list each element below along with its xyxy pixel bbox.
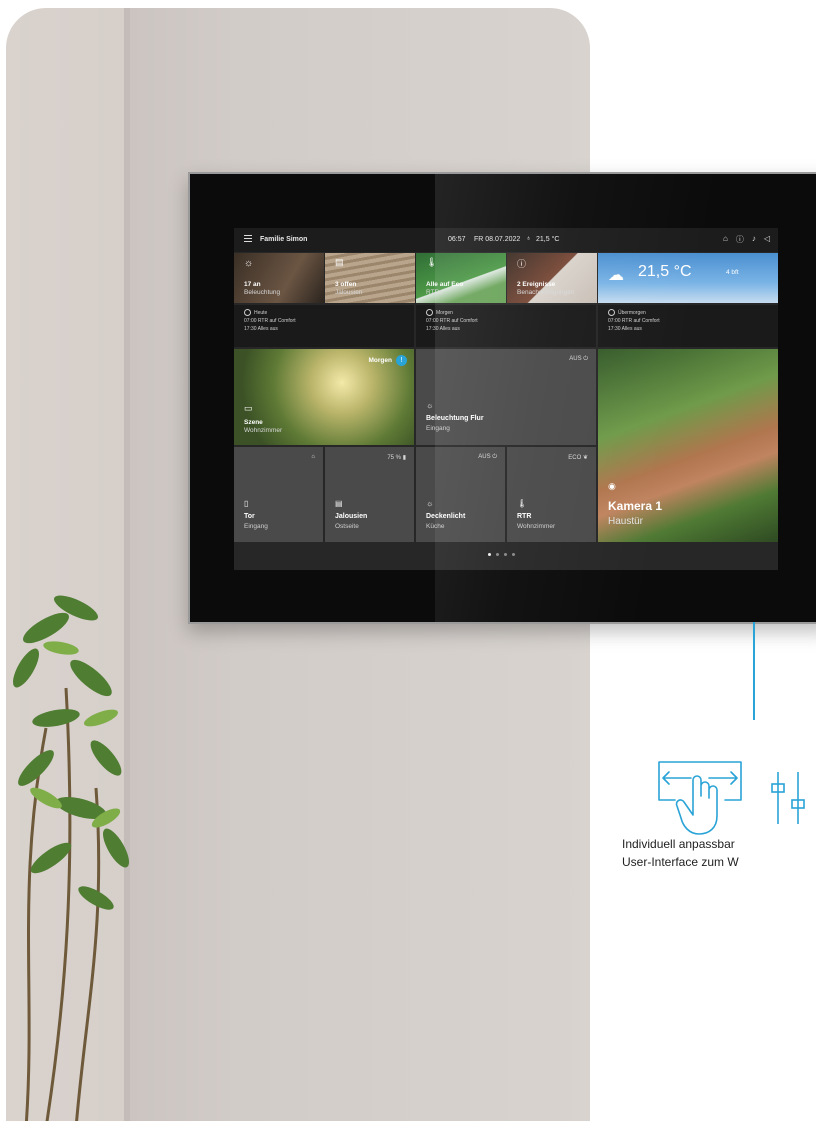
settings-sliders-icon <box>771 772 805 824</box>
weather-icon: ☁ <box>608 267 624 284</box>
schedule-line: 17:30 Alles aus <box>608 326 642 332</box>
page-dot[interactable] <box>488 553 491 556</box>
scene-info-icon[interactable]: ! <box>396 355 407 366</box>
scene-name: Szene <box>244 419 263 426</box>
household-title: Familie Simon <box>260 236 308 243</box>
clock-date: FR 08.07.2022 <box>474 236 521 243</box>
touch-swipe-icon <box>658 761 742 835</box>
gate-name: Tor <box>244 513 255 520</box>
lighting-label: Beleuchtung <box>244 289 281 296</box>
rtr-status: Alle auf Eco <box>426 281 464 288</box>
gate-icon: ▯ <box>244 499 249 508</box>
scene-icon: ▭ <box>244 403 253 413</box>
tile-blinds[interactable]: 75 % ▮ ▤ Jalousien Ostseite <box>325 447 414 542</box>
thermometer-icon: 🌡 <box>517 499 528 508</box>
rtr-location: Wohnzimmer <box>517 523 556 530</box>
ceiling-light-name: Deckenlicht <box>426 513 466 520</box>
schedule-line: 17:30 Alles aus <box>244 326 278 332</box>
clock-icon <box>244 309 251 317</box>
page-dot[interactable] <box>504 553 507 556</box>
schedule-day-after[interactable]: Übermorgen 07:00 RTR auf Comfort 17:30 A… <box>598 305 778 347</box>
callout-connector-line <box>753 622 755 720</box>
touch-panel-device: Familie Simon 06:57 FR 08.07.2022 ♁ 21,5… <box>188 172 816 624</box>
eco-leaf-icon: ❦ <box>582 455 588 461</box>
page-indicator[interactable] <box>488 553 515 556</box>
info-icon: ⓘ <box>517 259 527 269</box>
rtr-label: RTRs <box>426 289 443 296</box>
blind-icon: ▤ <box>335 257 344 267</box>
tile-ceiling-light[interactable]: AUS ⏻ ☼ Deckenlicht Küche <box>416 447 505 542</box>
caption-line-2: User-Interface zum W <box>622 855 739 869</box>
summary-card-blinds[interactable]: ▤ 3 offen Jalousien <box>325 253 415 303</box>
camera-tile[interactable]: ◉ Kamera 1 Haustür <box>598 349 778 542</box>
rtr-state: ECO ❦ <box>568 455 588 461</box>
bell-icon[interactable]: ♪ <box>752 234 756 245</box>
plant-image <box>13 595 130 1121</box>
schedule-day: Heute <box>254 310 268 316</box>
summary-card-notifications[interactable]: ⓘ 2 Ereignisse Benachrichtigungen <box>507 253 597 303</box>
blinds-label: Jalousien <box>335 289 363 296</box>
events-label: Benachrichtigungen <box>517 289 575 296</box>
lighting-count: 17 an <box>244 281 261 288</box>
hall-light-state: AUS ⏻ <box>569 356 588 362</box>
events-count: 2 Ereignisse <box>517 281 556 288</box>
scene-location: Wohnzimmer <box>244 427 283 434</box>
power-icon: ⏻ <box>492 454 497 460</box>
schedule-line: 07:00 RTR auf Comfort <box>244 318 296 324</box>
schedule-line: 07:00 RTR auf Comfort <box>608 318 660 324</box>
caption-line-1: Individuell anpassbar <box>622 837 735 851</box>
blind-level-icon: ▮ <box>402 455 406 461</box>
blinds-name: Jalousien <box>335 513 368 520</box>
page-dot[interactable] <box>512 553 515 556</box>
schedule-today[interactable]: Heute 07:00 RTR auf Comfort 17:30 Alles … <box>234 305 414 347</box>
summary-card-rtr[interactable]: 🌡 Alle auf Eco RTRs <box>416 253 506 303</box>
clock-icon <box>608 309 615 317</box>
lock-icon[interactable]: ⌂ <box>723 234 728 245</box>
bulb-icon: ☼ <box>426 499 434 508</box>
rtr-name: RTR <box>517 513 532 520</box>
hall-light-location: Eingang <box>426 425 450 432</box>
blinds-location: Ostseite <box>335 523 359 530</box>
scene-badge: Morgen <box>368 357 392 364</box>
blinds-state: 75 % ▮ <box>387 455 406 461</box>
clock-time: 06:57 <box>448 236 466 243</box>
bulb-icon: ☼ <box>426 401 434 410</box>
ceiling-light-state: AUS ⏻ <box>478 454 497 460</box>
camera-location: Haustür <box>608 516 644 527</box>
schedule-line: 07:00 RTR auf Comfort <box>426 318 478 324</box>
feature-caption: Individuell anpassbar User-Interface zum… <box>622 835 739 871</box>
wind-speed: 4 bft <box>726 269 739 276</box>
thermometer-icon: 🌡 <box>426 257 438 267</box>
speaker-icon[interactable]: ◁ <box>764 234 770 245</box>
top-bar: Familie Simon 06:57 FR 08.07.2022 ♁ 21,5… <box>234 228 778 252</box>
schedule-day: Morgen <box>436 310 453 316</box>
schedule-line: 17:30 Alles aus <box>426 326 460 332</box>
tile-gate[interactable]: ⌂ ▯ Tor Eingang <box>234 447 323 542</box>
camera-icon: ◉ <box>608 481 616 491</box>
panel-screen: Familie Simon 06:57 FR 08.07.2022 ♁ 21,5… <box>234 228 778 570</box>
scene-tile[interactable]: Morgen ! ▭ Szene Wohnzimmer <box>234 349 414 445</box>
gate-location: Eingang <box>244 523 268 530</box>
camera-name: Kamera 1 <box>608 499 663 513</box>
outdoor-temperature: 21,5 °C <box>638 263 692 280</box>
hall-light-name: Beleuchtung Flur <box>426 415 484 422</box>
schedule-day: Übermorgen <box>618 310 646 316</box>
summary-card-weather[interactable]: ☁ 21,5 °C 4 bft <box>598 253 778 303</box>
blinds-count: 3 offen <box>335 281 357 288</box>
clock-icon <box>426 309 433 317</box>
indoor-temperature: 21,5 °C <box>536 236 560 243</box>
tile-hall-light[interactable]: AUS ⏻ ☼ Beleuchtung Flur Eingang <box>416 349 596 445</box>
power-icon: ⏻ <box>583 356 588 362</box>
tile-rtr[interactable]: ECO ❦ 🌡 RTR Wohnzimmer <box>507 447 596 542</box>
summary-card-lighting[interactable]: ☼ 17 an Beleuchtung <box>234 253 324 303</box>
ceiling-light-location: Küche <box>426 523 445 530</box>
page-dot[interactable] <box>496 553 499 556</box>
temperature-icon: ♁ <box>526 235 532 242</box>
blind-icon: ▤ <box>335 499 343 508</box>
bulb-icon: ☼ <box>244 258 254 269</box>
menu-icon[interactable] <box>244 235 252 242</box>
schedule-tomorrow[interactable]: Morgen 07:00 RTR auf Comfort 17:30 Alles… <box>416 305 596 347</box>
lock-icon: ⌂ <box>311 454 315 460</box>
help-icon[interactable]: ⓘ <box>736 234 744 245</box>
